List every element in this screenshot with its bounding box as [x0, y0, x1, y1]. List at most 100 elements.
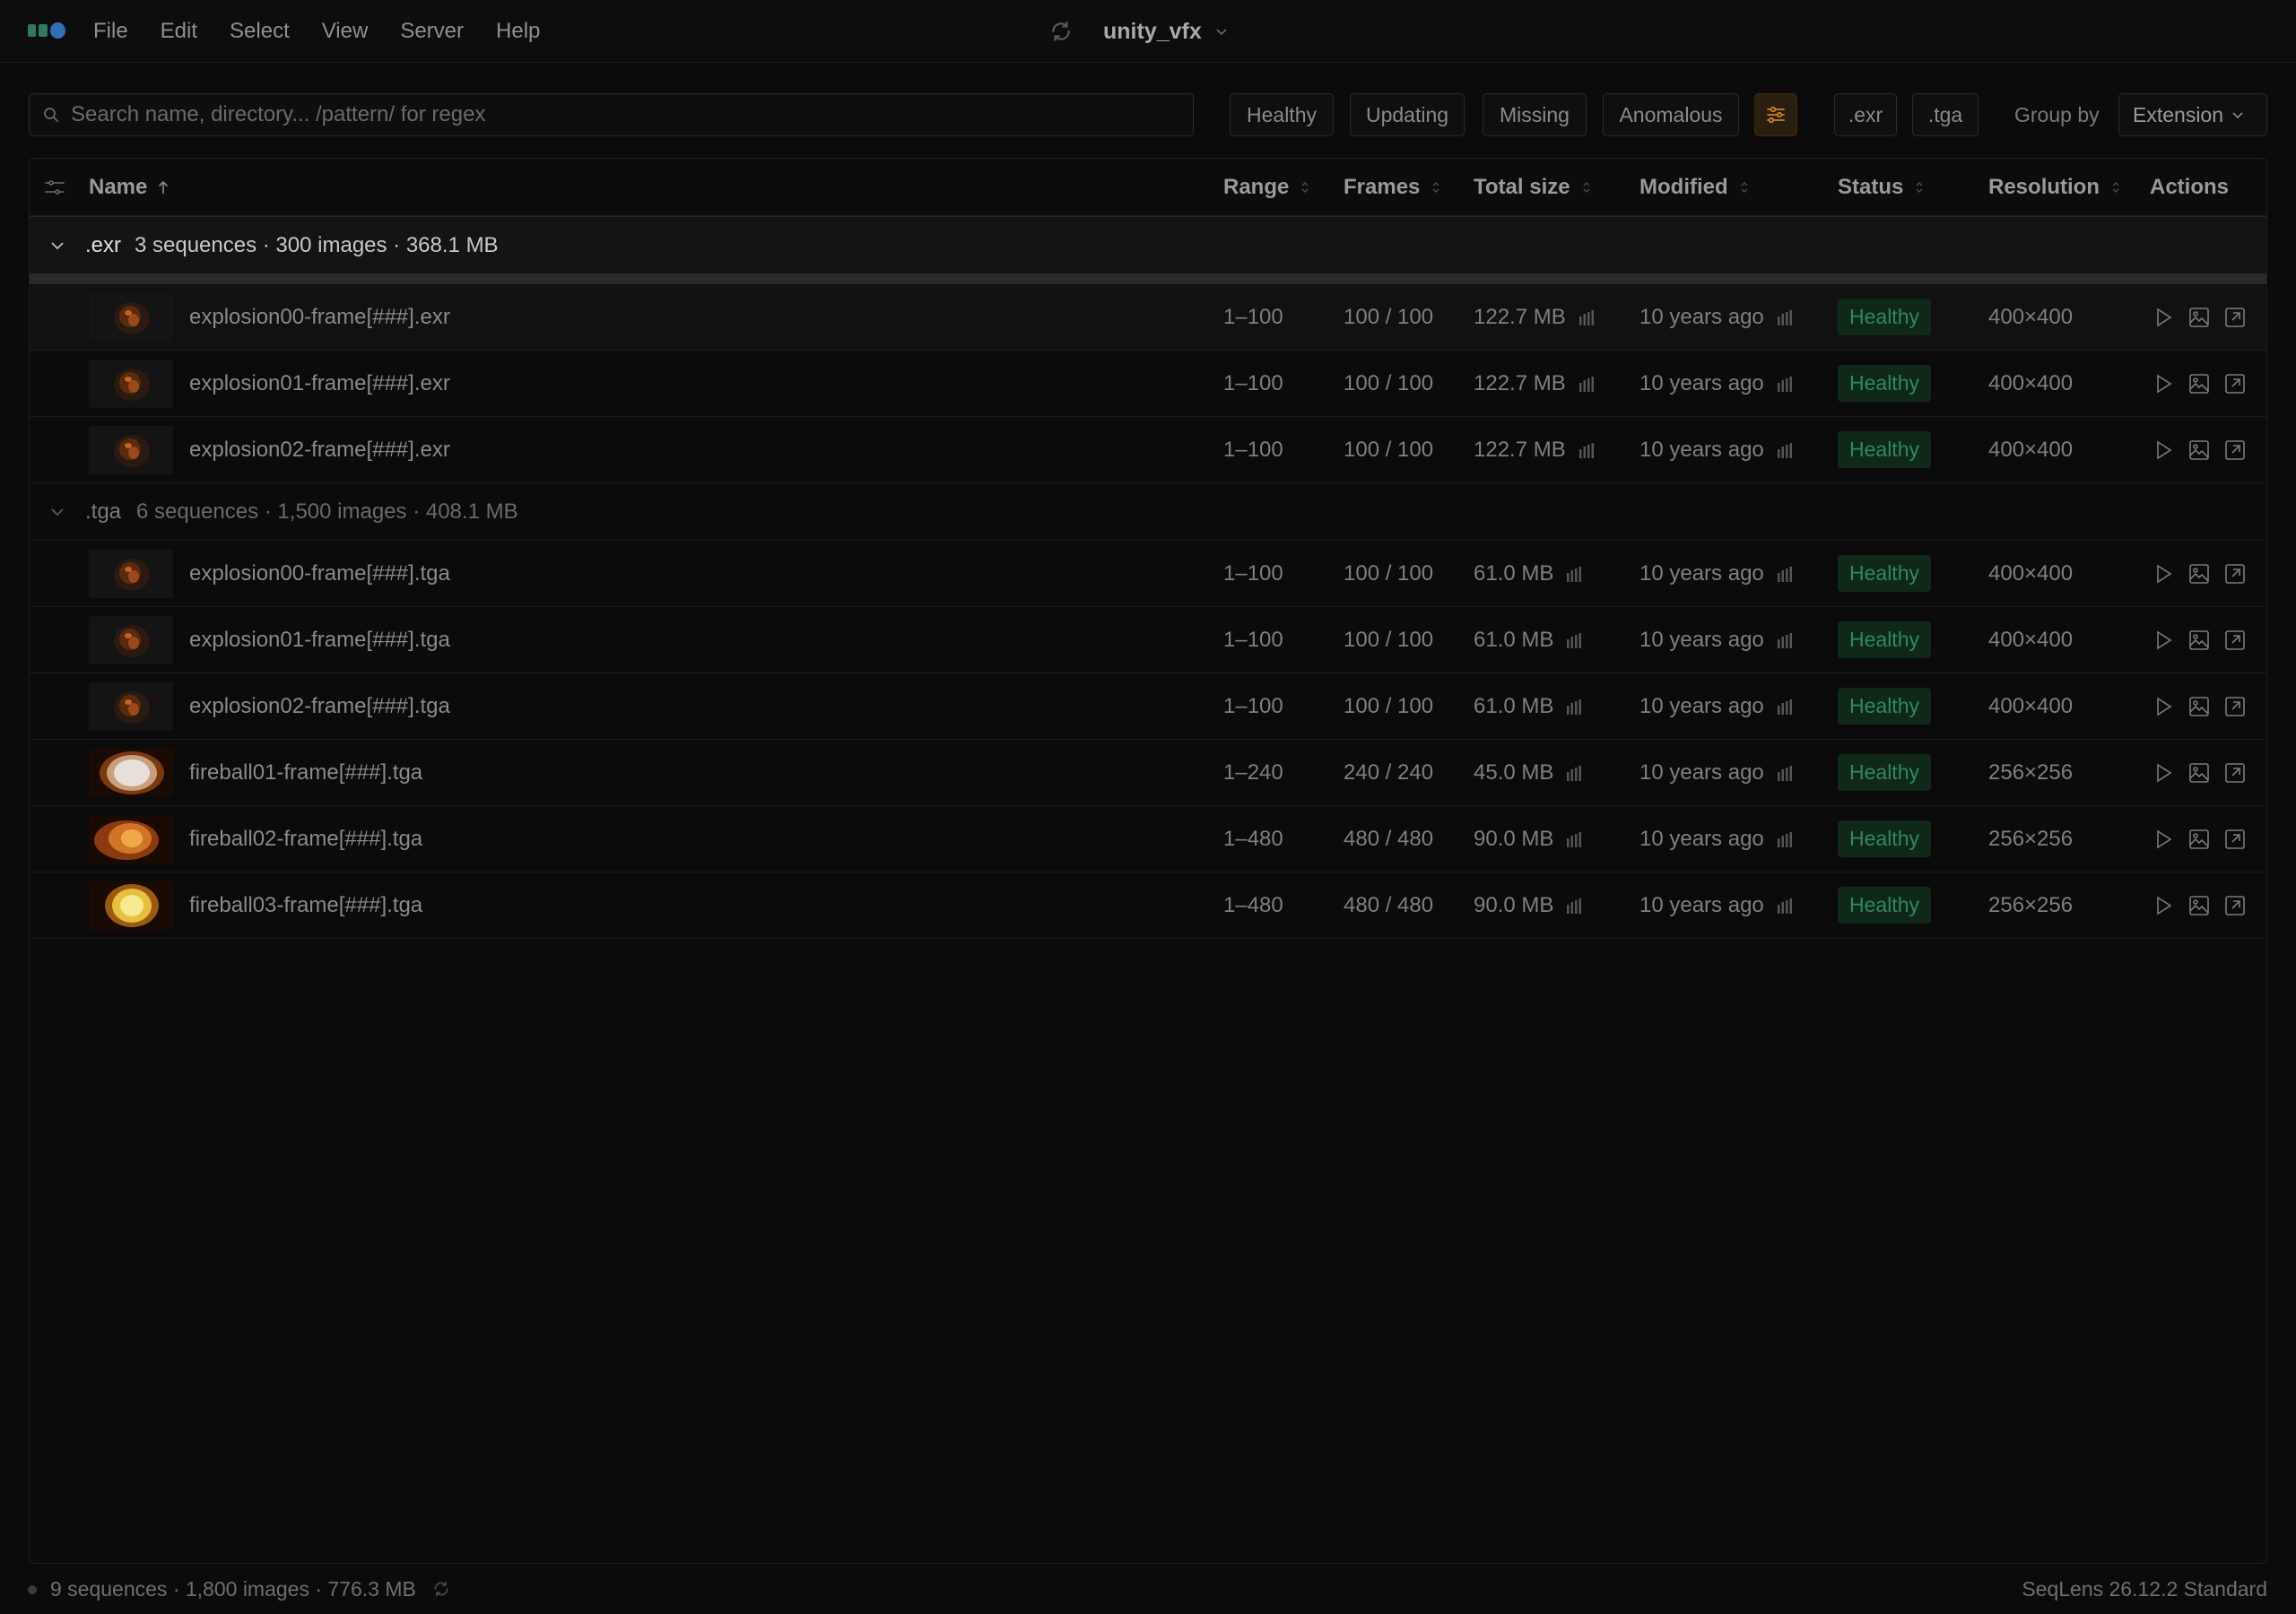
sequence-name[interactable]: explosion02-frame[###].exr	[189, 417, 450, 482]
refresh-icon[interactable]	[432, 1580, 450, 1598]
refresh-icon[interactable]	[1049, 20, 1073, 43]
column-header-modified[interactable]: Modified	[1639, 159, 1750, 216]
chevron-down-icon[interactable]	[49, 238, 65, 254]
sequence-name[interactable]: explosion00-frame[###].exr	[189, 284, 450, 350]
column-header-status[interactable]: Status	[1838, 159, 1925, 216]
open-external-icon[interactable]	[2223, 828, 2247, 851]
menu-server[interactable]: Server	[400, 19, 464, 44]
search-input[interactable]	[71, 102, 1147, 127]
history-chart-icon[interactable]	[1777, 632, 1795, 648]
menu-view[interactable]: View	[322, 19, 369, 44]
history-chart-icon[interactable]	[1777, 309, 1795, 325]
play-icon[interactable]	[2152, 761, 2175, 785]
filter-chip-exr[interactable]: .exr	[1834, 93, 1897, 136]
search-box[interactable]	[29, 93, 1194, 136]
open-external-icon[interactable]	[2223, 761, 2247, 785]
image-preview-icon[interactable]	[2187, 629, 2211, 652]
sequence-name[interactable]: explosion02-frame[###].tga	[189, 673, 450, 739]
open-external-icon[interactable]	[2223, 894, 2247, 917]
menu-file[interactable]: File	[93, 19, 128, 44]
history-chart-icon[interactable]	[1777, 442, 1795, 458]
history-chart-icon[interactable]	[1777, 376, 1795, 392]
image-preview-icon[interactable]	[2187, 695, 2211, 718]
menu-help[interactable]: Help	[496, 19, 540, 44]
table-row[interactable]: explosion00-frame[###].exr 1–100 100 / 100…	[30, 284, 2266, 351]
filter-chip-healthy[interactable]: Healthy	[1230, 93, 1334, 136]
history-chart-icon[interactable]	[1566, 898, 1584, 914]
open-external-icon[interactable]	[2223, 438, 2247, 462]
group-by-select[interactable]: Extension	[2118, 93, 2267, 136]
history-chart-icon[interactable]	[1578, 309, 1596, 325]
advanced-filters-button[interactable]	[1754, 93, 1797, 136]
open-external-icon[interactable]	[2223, 306, 2247, 329]
filter-chip-anomalous[interactable]: Anomalous	[1603, 93, 1739, 136]
play-icon[interactable]	[2152, 438, 2175, 462]
filter-chip-tga[interactable]: .tga	[1912, 93, 1979, 136]
sequence-name[interactable]: explosion01-frame[###].tga	[189, 607, 450, 672]
image-preview-icon[interactable]	[2187, 372, 2211, 395]
open-external-icon[interactable]	[2223, 372, 2247, 395]
history-chart-icon[interactable]	[1566, 699, 1584, 715]
history-chart-icon[interactable]	[1566, 632, 1584, 648]
history-chart-icon[interactable]	[1566, 831, 1584, 847]
sequence-name[interactable]: explosion01-frame[###].exr	[189, 351, 450, 416]
filter-chip-missing[interactable]: Missing	[1483, 93, 1587, 136]
modified-time: 10 years ago	[1639, 673, 1795, 739]
project-switcher[interactable]: unity_vfx	[1049, 0, 1229, 63]
menu-edit[interactable]: Edit	[161, 19, 197, 44]
column-settings-icon[interactable]	[44, 178, 65, 196]
image-preview-icon[interactable]	[2187, 306, 2211, 329]
image-preview-icon[interactable]	[2187, 562, 2211, 586]
sequence-name[interactable]: fireball02-frame[###].tga	[189, 806, 422, 872]
column-header-name[interactable]: Name	[89, 159, 169, 216]
table-row[interactable]: fireball03-frame[###].tga 1–480 480 / 480 9…	[30, 872, 2266, 939]
history-chart-icon[interactable]	[1777, 699, 1795, 715]
play-icon[interactable]	[2152, 828, 2175, 851]
project-title[interactable]: unity_vfx	[1103, 19, 1202, 45]
chevron-down-icon[interactable]	[1214, 24, 1229, 39]
open-external-icon[interactable]	[2223, 629, 2247, 652]
column-header-total-size[interactable]: Total size	[1474, 159, 1592, 216]
column-header-range[interactable]: Range	[1223, 159, 1310, 216]
play-icon[interactable]	[2152, 894, 2175, 917]
menu-bar: File Edit Select View Server Help unity_…	[0, 0, 2296, 63]
resolution: 256×256	[1988, 826, 2074, 851]
table-row[interactable]: explosion02-frame[###].exr 1–100 100 / 100…	[30, 417, 2266, 483]
table-row[interactable]: explosion01-frame[###].exr 1–100 100 / 100…	[30, 351, 2266, 417]
history-chart-icon[interactable]	[1777, 566, 1795, 582]
image-preview-icon[interactable]	[2187, 438, 2211, 462]
open-external-icon[interactable]	[2223, 562, 2247, 586]
group-header[interactable]: .exr 3 sequences · 300 images · 368.1 MB	[30, 216, 2266, 284]
table-row[interactable]: explosion01-frame[###].tga 1–100 100 / 100…	[30, 607, 2266, 673]
column-header-resolution[interactable]: Resolution	[1988, 159, 2121, 216]
history-chart-icon[interactable]	[1777, 765, 1795, 781]
table-row[interactable]: explosion02-frame[###].tga 1–100 100 / 100…	[30, 673, 2266, 740]
column-header-frames[interactable]: Frames	[1344, 159, 1441, 216]
play-icon[interactable]	[2152, 562, 2175, 586]
play-icon[interactable]	[2152, 695, 2175, 718]
table-row[interactable]: explosion00-frame[###].tga 1–100 100 / 100…	[30, 541, 2266, 607]
menu-select[interactable]: Select	[230, 19, 290, 44]
history-chart-icon[interactable]	[1578, 376, 1596, 392]
sequence-name[interactable]: explosion00-frame[###].tga	[189, 541, 450, 606]
sequence-name[interactable]: fireball03-frame[###].tga	[189, 872, 422, 938]
table-row[interactable]: fireball01-frame[###].tga 1–240 240 / 240 4…	[30, 740, 2266, 806]
chevron-down-icon[interactable]	[49, 504, 65, 520]
history-chart-icon[interactable]	[1777, 898, 1795, 914]
group-header[interactable]: .tga 6 sequences · 1,500 images · 408.1 M…	[30, 483, 2266, 541]
history-chart-icon[interactable]	[1777, 831, 1795, 847]
play-icon[interactable]	[2152, 372, 2175, 395]
image-preview-icon[interactable]	[2187, 828, 2211, 851]
filter-chip-updating[interactable]: Updating	[1350, 93, 1465, 136]
image-preview-icon[interactable]	[2187, 761, 2211, 785]
table-row[interactable]: fireball02-frame[###].tga 1–480 480 / 480 9…	[30, 806, 2266, 872]
open-external-icon[interactable]	[2223, 695, 2247, 718]
image-preview-icon[interactable]	[2187, 894, 2211, 917]
play-icon[interactable]	[2152, 306, 2175, 329]
status-badge: Healthy	[1838, 555, 1931, 592]
sequence-name[interactable]: fireball01-frame[###].tga	[189, 740, 422, 805]
history-chart-icon[interactable]	[1578, 442, 1596, 458]
play-icon[interactable]	[2152, 629, 2175, 652]
history-chart-icon[interactable]	[1566, 765, 1584, 781]
history-chart-icon[interactable]	[1566, 566, 1584, 582]
